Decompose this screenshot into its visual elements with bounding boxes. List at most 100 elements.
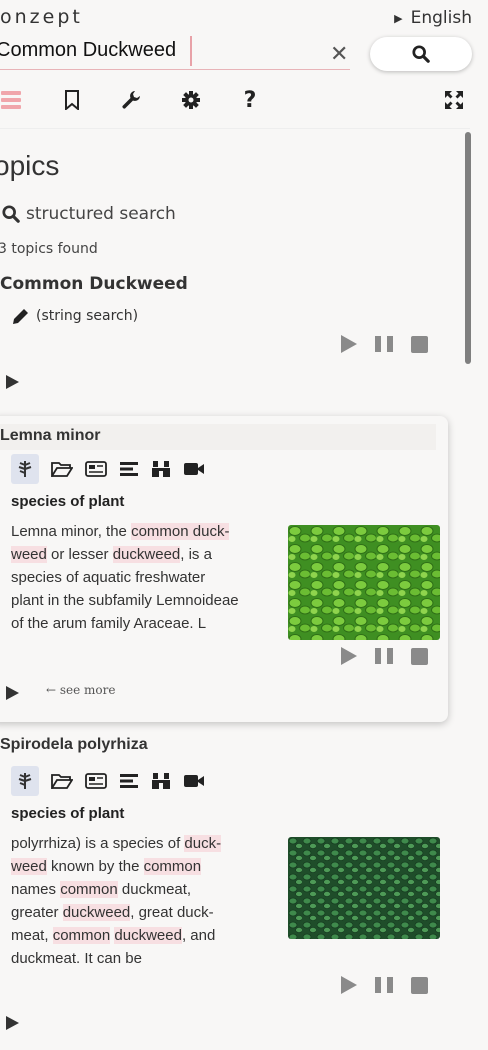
media-controls xyxy=(341,335,428,353)
pause-icon[interactable] xyxy=(375,336,393,352)
video-icon[interactable] xyxy=(183,461,205,477)
play-icon[interactable] xyxy=(341,976,357,994)
search-highlight: common xyxy=(143,858,202,875)
gear-icon[interactable] xyxy=(180,86,202,114)
pause-icon[interactable] xyxy=(375,977,393,993)
play-icon[interactable] xyxy=(341,335,357,353)
stop-icon[interactable] xyxy=(411,976,428,994)
description-line: duckmeat. It can be xyxy=(11,947,281,970)
description-line: of the arum family Araceae. L xyxy=(11,612,281,635)
description-line: names common duckmeat, xyxy=(11,878,281,901)
search-highlight: common duck- xyxy=(131,523,230,540)
arrow-left-icon: ← xyxy=(46,683,60,697)
close-icon[interactable]: ✕ xyxy=(330,42,348,67)
folder-icon[interactable] xyxy=(51,773,73,789)
language-selector[interactable]: ▶ English xyxy=(394,8,472,28)
string-search-label: (string search) xyxy=(36,308,139,324)
expand-icon[interactable] xyxy=(6,375,19,389)
duckweed-thumbnail[interactable] xyxy=(288,525,440,640)
structured-search-label: structured search xyxy=(26,204,176,224)
pause-icon[interactable] xyxy=(375,648,393,664)
structured-search-link[interactable]: structured search xyxy=(2,204,176,224)
description-line: polyrrhiza) is a species of duck- xyxy=(11,832,281,855)
page-title: opics xyxy=(0,150,60,181)
text-run: or lesser xyxy=(46,546,113,563)
menu-icon[interactable] xyxy=(0,86,22,114)
query-title: Common Duckweed xyxy=(0,274,188,294)
expand-icon[interactable] xyxy=(6,686,19,700)
binoculars-icon[interactable] xyxy=(151,460,171,478)
toolbar: ? xyxy=(0,86,488,116)
wrench-icon[interactable] xyxy=(120,86,142,114)
description-line: greater duckweed, great duck- xyxy=(11,901,281,924)
text-run: polyrrhiza) is a species of xyxy=(11,835,185,852)
see-more-label: see more xyxy=(59,683,116,697)
search-highlight: weed xyxy=(11,858,47,875)
search-icon xyxy=(412,45,430,63)
text-run: plant in the subfamily Lemnoideae xyxy=(11,592,239,609)
description-line: plant in the subfamily Lemnoideae xyxy=(11,589,281,612)
scrollbar[interactable] xyxy=(465,132,471,364)
list-icon[interactable] xyxy=(119,773,139,789)
triangle-right-icon: ▶ xyxy=(394,11,403,25)
language-label: English xyxy=(410,8,472,28)
video-icon[interactable] xyxy=(183,773,205,789)
folder-icon[interactable] xyxy=(51,461,73,477)
text-run: duckmeat, xyxy=(117,881,192,898)
description-line: meat, common duckweed, and xyxy=(11,924,281,947)
description-line: weed or lesser duckweed, is a xyxy=(11,543,281,566)
bookmark-icon[interactable] xyxy=(62,86,82,114)
text-run: names xyxy=(11,881,61,898)
text-run: , and xyxy=(181,927,216,944)
text-run: , great duck- xyxy=(130,904,214,921)
plant-icon[interactable] xyxy=(11,766,39,796)
see-more-link[interactable]: ← see more xyxy=(46,683,116,697)
topics-found-count: 3 topics found xyxy=(0,241,98,257)
card-title[interactable]: Lemna minor xyxy=(0,424,436,450)
description-line: Lemna minor, the common duck- xyxy=(11,520,281,543)
newspaper-icon[interactable] xyxy=(85,773,107,789)
binoculars-icon[interactable] xyxy=(151,772,171,790)
search-highlight: weed xyxy=(11,546,47,563)
text-run: Lemna minor, the xyxy=(11,523,132,540)
stop-icon[interactable] xyxy=(411,647,428,665)
divider xyxy=(0,128,470,129)
card-icon-bar xyxy=(11,454,205,484)
brand-logo: onzept xyxy=(0,6,83,28)
plant-icon[interactable] xyxy=(11,454,39,484)
duckweed-thumbnail[interactable] xyxy=(288,837,440,939)
text-run: greater xyxy=(11,904,63,921)
stop-icon[interactable] xyxy=(411,335,428,353)
newspaper-icon[interactable] xyxy=(85,461,107,477)
text-run: species of aquatic freshwater xyxy=(11,569,206,586)
search-highlight: duckweed xyxy=(62,904,131,921)
expand-icon[interactable] xyxy=(6,1016,19,1030)
search-bar: ✕ xyxy=(0,34,488,72)
list-icon[interactable] xyxy=(119,461,139,477)
card-icon-bar xyxy=(11,766,205,796)
text-run: known by the xyxy=(46,858,144,875)
search-button[interactable] xyxy=(370,37,472,71)
description-label: species of plant xyxy=(11,493,125,510)
search-highlight: common xyxy=(52,927,111,944)
media-controls xyxy=(341,647,428,665)
search-highlight: common xyxy=(60,881,118,898)
pencil-icon xyxy=(13,309,28,324)
card-title[interactable]: Spirodela polyrhiza xyxy=(0,736,148,754)
text-run: of the arum family Araceae. L xyxy=(11,615,207,632)
search-highlight: duck- xyxy=(184,835,222,852)
text-run: meat, xyxy=(11,927,53,944)
text-run: duckmeat. It can be xyxy=(11,950,142,967)
text-run: , is a xyxy=(180,546,212,563)
description-line: weed known by the common xyxy=(11,855,281,878)
description-label: species of plant xyxy=(11,805,125,822)
text-caret xyxy=(190,36,192,66)
search-input[interactable] xyxy=(0,36,350,70)
search-icon xyxy=(2,205,20,223)
string-search-note[interactable]: (string search) xyxy=(12,307,138,325)
search-highlight: duckweed xyxy=(114,927,182,944)
play-icon[interactable] xyxy=(341,647,357,665)
fullscreen-icon[interactable] xyxy=(444,86,464,114)
help-icon[interactable]: ? xyxy=(240,86,260,114)
card-description: Lemna minor, the common duck-weed or les… xyxy=(11,520,281,635)
